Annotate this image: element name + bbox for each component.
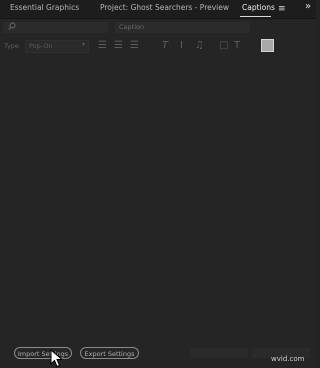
- underline-icon[interactable]: I: [180, 40, 183, 52]
- caption-toolbar-row: Caption: [0, 21, 316, 35]
- italic-icon[interactable]: T: [162, 40, 168, 52]
- text-color-icon[interactable]: T: [234, 40, 240, 52]
- align-right-icon[interactable]: ☰: [130, 40, 139, 52]
- type-dropdown-value: Pop-On: [29, 42, 53, 50]
- panel-footer: Import Settings Export Settings: [0, 344, 316, 368]
- mouse-pointer-icon: [50, 349, 64, 368]
- color-swatch[interactable]: [261, 39, 274, 52]
- watermark-text: wvid.com: [271, 355, 305, 363]
- search-input[interactable]: [3, 22, 108, 33]
- align-center-icon[interactable]: ☰: [114, 40, 123, 52]
- tab-essential-graphics[interactable]: Essential Graphics: [10, 3, 79, 12]
- panel-tab-bar: Essential Graphics Project: Ghost Search…: [0, 0, 316, 19]
- captions-panel: Caption Type Pop-On ▾ ☰ ☰ ☰ T I ♫ □ T: [0, 19, 316, 368]
- overflow-tabs-icon[interactable]: »: [305, 1, 311, 12]
- type-dropdown[interactable]: Pop-On ▾: [25, 40, 89, 53]
- background-box-icon[interactable]: □: [219, 40, 228, 52]
- align-left-icon[interactable]: ☰: [98, 40, 107, 52]
- disabled-footer-button[interactable]: [190, 348, 248, 358]
- active-tab-indicator: [240, 16, 271, 17]
- caption-placeholder: Caption: [119, 23, 145, 31]
- caption-format-row: Type Pop-On ▾ ☰ ☰ ☰ T I ♫ □ T: [0, 39, 316, 54]
- type-label: Type: [4, 42, 19, 50]
- caption-text-field[interactable]: Caption: [115, 22, 250, 33]
- music-note-icon[interactable]: ♫: [195, 40, 204, 52]
- tab-captions[interactable]: Captions: [242, 3, 275, 12]
- export-settings-button[interactable]: Export Settings: [80, 347, 139, 359]
- tab-project-ghost-searchers[interactable]: Project: Ghost Searchers - Preview: [100, 3, 229, 12]
- search-icon: [8, 22, 16, 33]
- chevron-down-icon: ▾: [81, 41, 85, 48]
- panel-menu-icon[interactable]: ≡: [278, 4, 286, 14]
